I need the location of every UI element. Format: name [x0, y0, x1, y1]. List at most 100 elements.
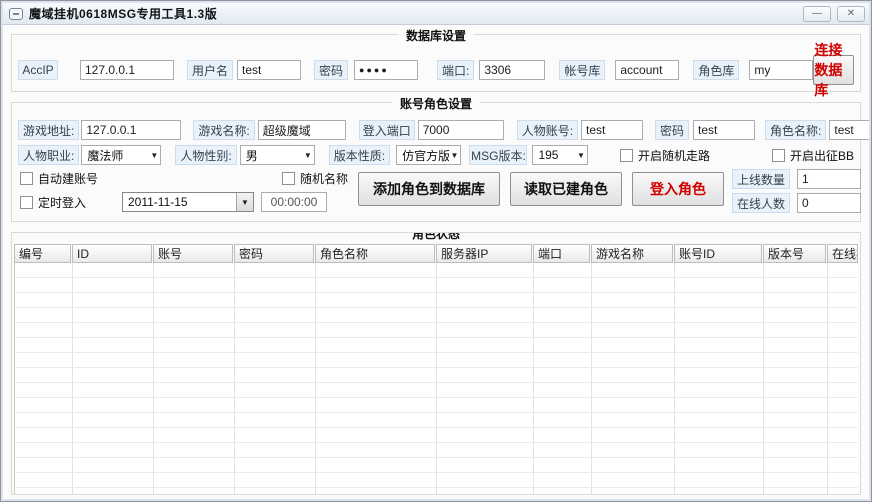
add-role-button[interactable]: 添加角色到数据库 — [358, 172, 500, 206]
table-cell — [15, 263, 73, 277]
char-class-select[interactable]: 魔法师 ▼ — [81, 145, 161, 165]
game-name-input[interactable] — [258, 120, 346, 140]
db-username-input[interactable] — [237, 60, 301, 80]
column-header[interactable]: 编号 — [14, 244, 71, 263]
table-cell — [73, 398, 154, 412]
table-cell — [235, 308, 316, 322]
app-icon[interactable] — [9, 8, 23, 20]
table-cell — [828, 338, 858, 352]
column-header[interactable]: 账号ID — [674, 244, 762, 263]
auto-create-checkbox[interactable] — [20, 172, 33, 185]
table-cell — [534, 308, 592, 322]
db-password-input[interactable] — [354, 60, 418, 80]
column-header[interactable]: ID — [72, 244, 152, 263]
role-status-group: 角色状态 编号ID账号密码角色名称服务器IP端口游戏名称账号ID版本号在线状态 — [11, 232, 861, 495]
table-row — [15, 308, 858, 323]
db-password-label: 密码 — [314, 60, 348, 80]
table-cell — [828, 488, 858, 494]
char-account-input[interactable] — [581, 120, 643, 140]
table-cell — [316, 398, 437, 412]
column-header[interactable]: 游戏名称 — [591, 244, 673, 263]
table-cell — [675, 308, 764, 322]
table-cell — [764, 263, 828, 277]
table-row — [15, 428, 858, 443]
table-cell — [235, 323, 316, 337]
close-button[interactable]: ✕ — [837, 6, 865, 22]
table-cell — [316, 488, 437, 494]
table-cell — [437, 428, 534, 442]
table-cell — [828, 353, 858, 367]
table-cell — [534, 383, 592, 397]
column-header[interactable]: 角色名称 — [315, 244, 435, 263]
accip-input[interactable] — [80, 60, 174, 80]
window-title: 魔域挂机0618MSG专用工具1.3版 — [29, 5, 217, 22]
table-cell — [15, 428, 73, 442]
login-date-select[interactable]: 2011-11-15 ▼ — [122, 192, 254, 212]
msg-version-select[interactable]: 195 ▼ — [532, 145, 588, 165]
table-cell — [592, 488, 675, 494]
table-cell — [154, 458, 235, 472]
column-header[interactable]: 密码 — [234, 244, 314, 263]
random-walk-checkbox[interactable] — [620, 149, 633, 162]
table-cell — [316, 308, 437, 322]
version-type-select[interactable]: 仿官方版本 ▼ — [396, 145, 461, 165]
game-addr-input[interactable] — [81, 120, 181, 140]
table-cell — [534, 353, 592, 367]
read-roles-button[interactable]: 读取已建角色 — [510, 172, 622, 206]
table-cell — [592, 443, 675, 457]
db-port-input[interactable] — [479, 60, 545, 80]
version-type-label: 版本性质: — [329, 145, 390, 165]
table-cell — [235, 398, 316, 412]
role-name-input[interactable] — [829, 120, 869, 140]
table-cell — [316, 323, 437, 337]
table-cell — [15, 323, 73, 337]
table-cell — [764, 338, 828, 352]
column-header[interactable]: 端口 — [533, 244, 590, 263]
gender-label: 人物性别: — [175, 145, 236, 165]
column-header[interactable]: 账号 — [153, 244, 233, 263]
table-cell — [235, 383, 316, 397]
char-password-input[interactable] — [693, 120, 755, 140]
table-cell — [592, 308, 675, 322]
table-cell — [154, 383, 235, 397]
table-cell — [235, 263, 316, 277]
table-cell — [73, 293, 154, 307]
table-cell — [316, 368, 437, 382]
table-row — [15, 488, 858, 494]
connect-database-button[interactable]: 连接数据库 — [813, 55, 854, 85]
battle-pet-checkbox[interactable] — [772, 149, 785, 162]
table-cell — [534, 398, 592, 412]
random-name-checkbox[interactable] — [282, 172, 295, 185]
db-username-label: 用户名 — [187, 60, 233, 80]
login-time-input[interactable] — [261, 192, 327, 212]
column-header[interactable]: 版本号 — [763, 244, 826, 263]
table-cell — [15, 443, 73, 457]
online-players-input[interactable] — [797, 193, 861, 213]
column-header[interactable]: 服务器IP — [436, 244, 532, 263]
table-cell — [73, 308, 154, 322]
account-db-input[interactable] — [615, 60, 679, 80]
table-cell — [316, 458, 437, 472]
login-role-button[interactable]: 登入角色 — [632, 172, 724, 206]
chevron-down-icon: ▼ — [236, 193, 253, 211]
timed-login-checkbox[interactable] — [20, 196, 33, 209]
char-class-label: 人物职业: — [18, 145, 79, 165]
table-cell — [437, 443, 534, 457]
table-cell — [828, 398, 858, 412]
minimize-button[interactable]: — — [803, 6, 831, 22]
table-cell — [154, 473, 235, 487]
column-header[interactable]: 在线状态 — [827, 244, 858, 263]
table-cell — [437, 458, 534, 472]
table-cell — [15, 353, 73, 367]
role-db-input[interactable] — [749, 60, 813, 80]
online-count-input[interactable] — [797, 169, 861, 189]
gender-select[interactable]: 男 ▼ — [240, 145, 315, 165]
table-cell — [764, 398, 828, 412]
login-port-input[interactable] — [418, 120, 504, 140]
table-cell — [592, 278, 675, 292]
table-cell — [675, 368, 764, 382]
table-cell — [15, 488, 73, 494]
char-account-label: 人物账号: — [517, 120, 578, 140]
table-cell — [675, 428, 764, 442]
table-cell — [316, 473, 437, 487]
